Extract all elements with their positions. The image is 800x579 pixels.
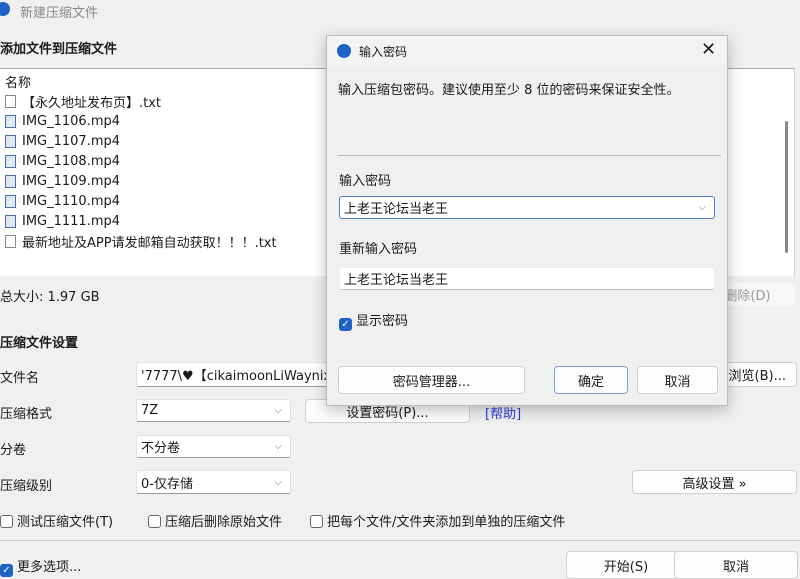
dialog-cancel-button[interactable]: 取消 — [637, 366, 718, 394]
dialog-description: 输入压缩包密码。建议使用至少 8 位的密码来保证安全性。 — [338, 83, 680, 98]
video-file-icon — [5, 134, 16, 148]
level-label: 压缩级别 — [0, 479, 53, 494]
video-file-icon — [5, 214, 16, 228]
split-select[interactable]: 不分卷 ⌵ — [136, 435, 291, 458]
text-file-icon — [5, 94, 16, 108]
file-name: 最新地址及APP请发邮箱自动获取！！！.txt — [22, 235, 277, 251]
chevron-down-icon[interactable]: ⌵ — [698, 202, 706, 213]
format-label: 压缩格式 — [0, 407, 53, 422]
reenter-password-input[interactable]: 上老王论坛当老王 — [339, 267, 715, 290]
file-name: 【永久地址发布页】.txt — [22, 95, 162, 111]
chevron-down-icon: ⌵ — [274, 405, 282, 416]
split-label: 分卷 — [0, 443, 27, 458]
add-heading: 添加文件到压缩文件 — [0, 42, 118, 57]
dialog-divider — [338, 155, 721, 156]
file-name: IMG_1110.mp4 — [22, 193, 121, 209]
separate-archives-checkbox[interactable]: 把每个文件/文件夹添加到单独的压缩文件 — [310, 511, 565, 530]
chevron-down-icon: ⌵ — [274, 476, 282, 488]
video-file-icon — [5, 194, 16, 208]
video-file-icon — [5, 154, 16, 168]
ok-button[interactable]: 确定 — [554, 366, 628, 394]
video-file-icon — [5, 114, 16, 128]
password-label: 输入密码 — [339, 174, 392, 189]
close-icon[interactable]: ✕ — [701, 39, 716, 60]
reenter-label: 重新输入密码 — [339, 242, 418, 257]
scrollbar[interactable] — [785, 121, 788, 253]
settings-heading: 压缩文件设置 — [0, 336, 79, 351]
app-logo-icon — [337, 44, 351, 58]
password-manager-button[interactable]: 密码管理器... — [338, 366, 525, 394]
password-combo[interactable]: 上老王论坛当老王 ⌵ — [339, 196, 715, 219]
password-dialog: 输入密码 ✕ 输入压缩包密码。建议使用至少 8 位的密码来保证安全性。 输入密码… — [326, 35, 728, 406]
filename-label: 文件名 — [0, 371, 40, 386]
advanced-settings-button[interactable]: 高级设置 » — [632, 470, 797, 494]
show-password-checkbox[interactable]: ✓ 显示密码 — [339, 310, 408, 331]
app-logo-icon — [0, 2, 10, 16]
file-name: IMG_1108.mp4 — [22, 153, 121, 169]
format-select[interactable]: 7Z ⌵ — [136, 399, 291, 422]
dialog-title: 输入密码 — [359, 45, 408, 59]
chevron-down-icon: ⌵ — [274, 441, 282, 452]
file-name: IMG_1111.mp4 — [22, 213, 121, 229]
text-file-icon — [5, 234, 16, 248]
file-name: IMG_1107.mp4 — [22, 133, 121, 149]
main-title-bar: 新建压缩文件 — [0, 0, 800, 22]
filename-input[interactable]: '7777\♥【cikaimoonLiWaynix — [136, 362, 336, 387]
window-title: 新建压缩文件 — [20, 6, 99, 21]
file-name: IMG_1106.mp4 — [22, 113, 121, 129]
test-archive-checkbox[interactable]: 测试压缩文件(T) — [0, 511, 113, 530]
dialog-title-bar: 输入密码 ✕ — [327, 36, 727, 66]
more-options-checkbox[interactable]: ✓ 更多选项... — [0, 556, 81, 577]
delete-after-checkbox[interactable]: 压缩后删除原始文件 — [148, 511, 282, 530]
divider — [0, 540, 800, 541]
video-file-icon — [5, 174, 16, 188]
level-select[interactable]: 0-仅存储 ⌵ — [136, 470, 291, 494]
total-size: 总大小: 1.97 GB — [0, 290, 100, 305]
file-name: IMG_1109.mp4 — [22, 173, 121, 189]
